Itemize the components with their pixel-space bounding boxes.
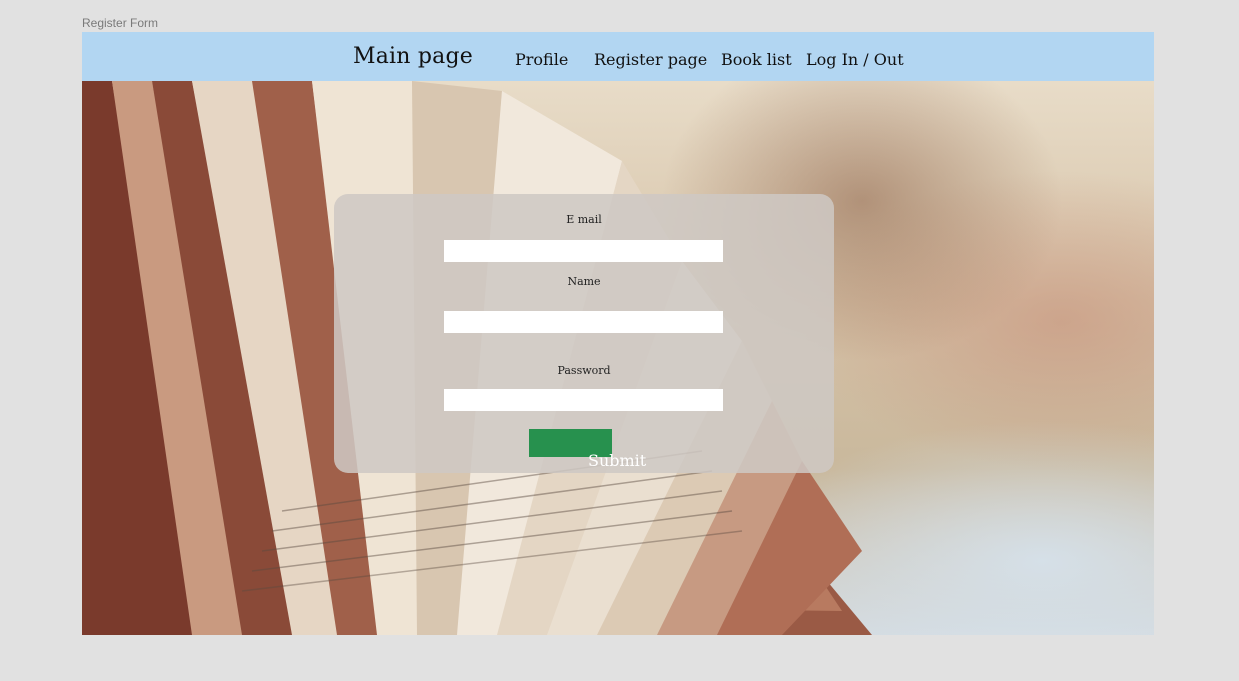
register-page-frame: Main page Profile Register page Book lis…	[82, 32, 1154, 635]
email-label: E mail	[566, 213, 602, 226]
submit-button[interactable]	[529, 429, 612, 457]
name-input[interactable]	[444, 311, 723, 333]
book-background-image: E mail Name Password Submit	[82, 81, 1154, 635]
nav-profile[interactable]: Profile	[515, 50, 568, 69]
frame-title: Register Form	[82, 16, 159, 30]
nav-main-page[interactable]: Main page	[353, 44, 473, 69]
top-navbar: Main page Profile Register page Book lis…	[82, 32, 1154, 81]
password-input[interactable]	[444, 389, 723, 411]
nav-login-logout[interactable]: Log In / Out	[806, 50, 904, 69]
register-form-card: E mail Name Password Submit	[334, 194, 834, 473]
password-label: Password	[557, 364, 611, 377]
email-input[interactable]	[444, 240, 723, 262]
name-label: Name	[567, 275, 601, 288]
nav-register-page[interactable]: Register page	[594, 50, 707, 69]
nav-book-list[interactable]: Book list	[721, 50, 792, 69]
